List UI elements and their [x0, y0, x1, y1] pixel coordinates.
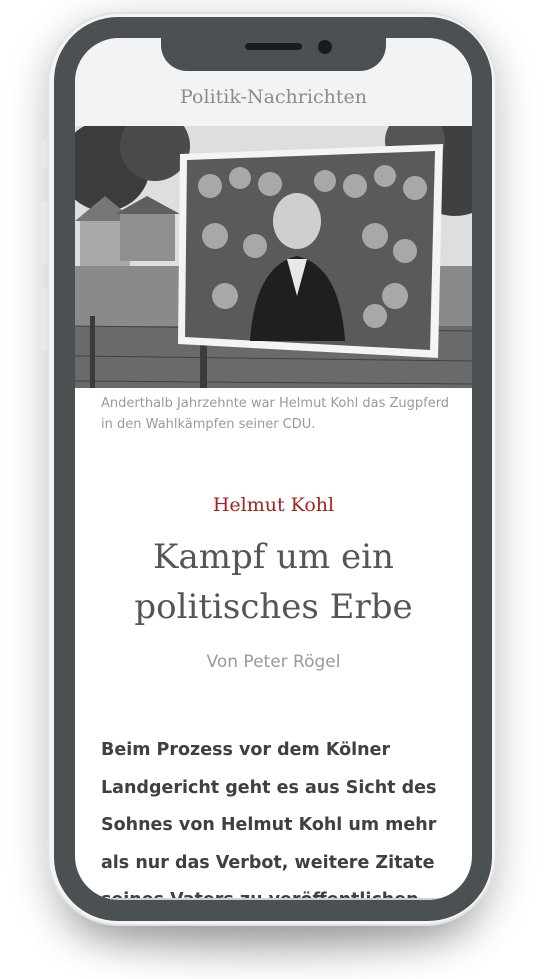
side-button-mute [41, 140, 47, 168]
photo-caption: Anderthalb Jahrzehnte war Helmut Kohl da… [101, 396, 450, 432]
screen-bottom-edge [75, 898, 472, 900]
side-button-volume-down [41, 288, 47, 350]
article-photo[interactable] [75, 126, 472, 388]
camera-icon [318, 40, 332, 54]
article-author: Von Peter Rögel [206, 652, 341, 672]
article-kicker: Helmut Kohl [212, 494, 335, 516]
article-lead: Beim Prozess vor dem Kölner Landgericht … [101, 740, 437, 900]
side-button-volume-up [41, 202, 47, 264]
photo-illustration [75, 126, 472, 388]
header-title: Politik-Nachrichten [180, 86, 367, 108]
speaker-icon [245, 43, 302, 50]
article-headline[interactable]: Kampf um ein politisches Erbe [75, 532, 472, 632]
phone-screen[interactable]: Politik-Nachrichten Anderthalb Jahrzehnt… [75, 38, 472, 900]
